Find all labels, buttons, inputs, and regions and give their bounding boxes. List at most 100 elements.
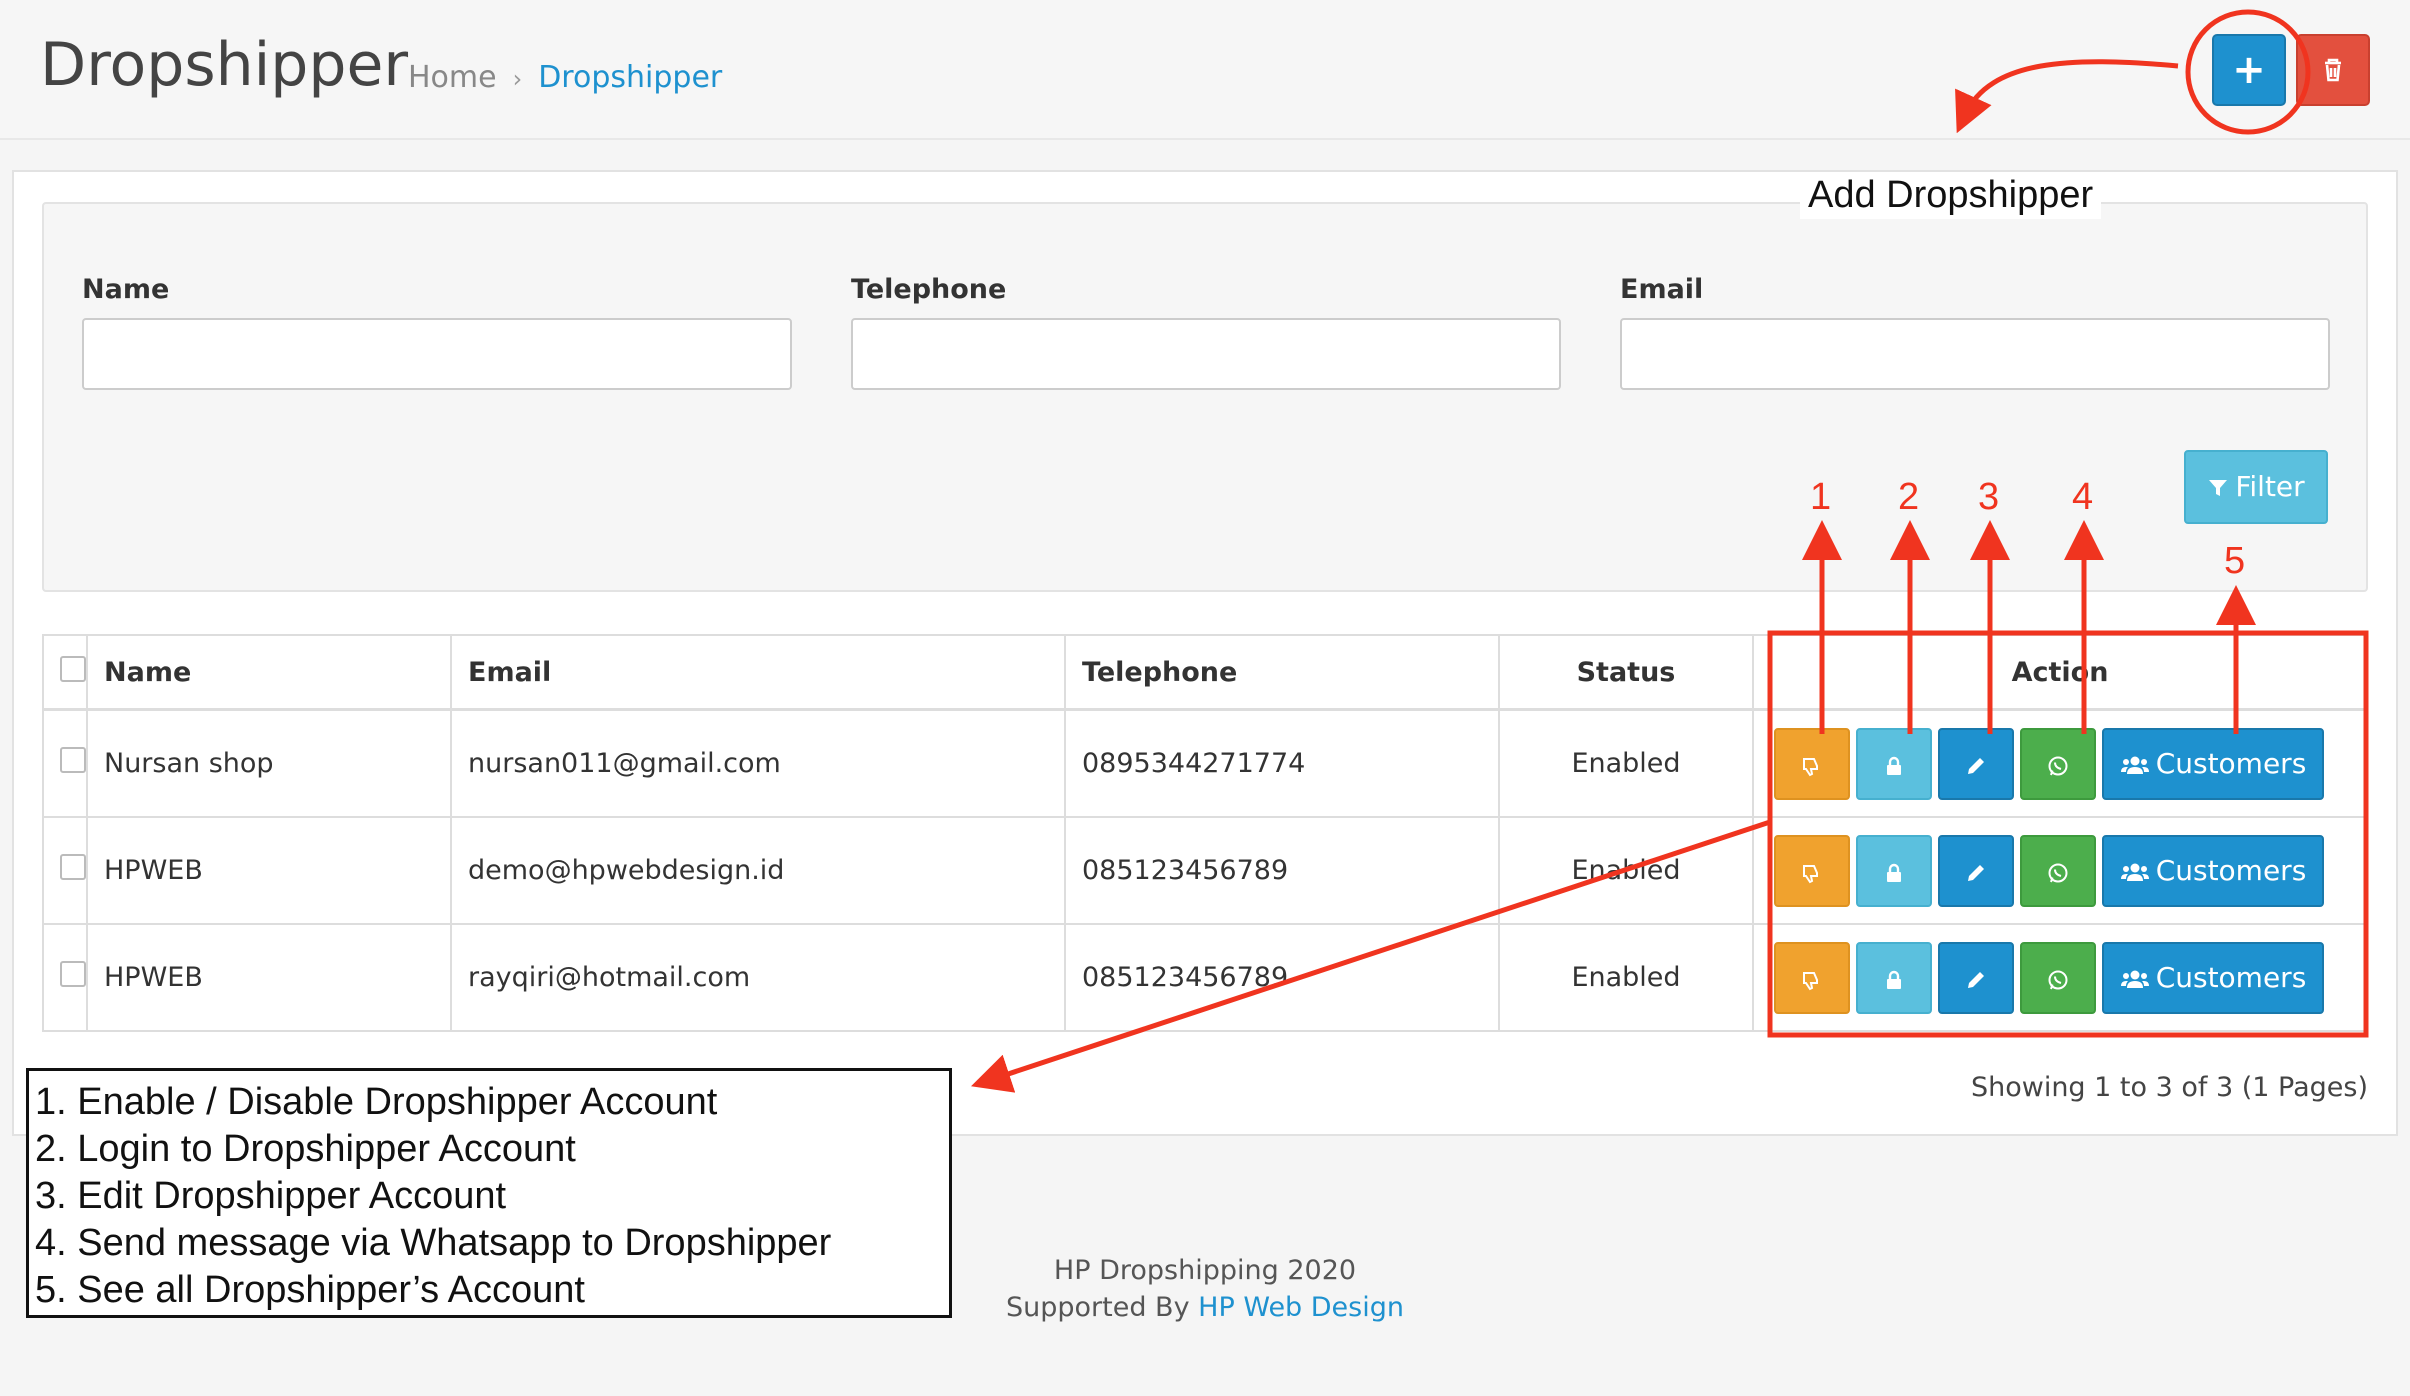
funnel-icon <box>2209 480 2228 496</box>
whatsapp-message-button[interactable] <box>2020 727 2096 800</box>
page-title: Dropshipper <box>40 30 409 100</box>
cell-status: Enabled <box>1498 923 1754 1032</box>
annotation-number-2: 2 <box>1898 476 1920 518</box>
edit-account-button[interactable] <box>1938 834 2014 907</box>
customers-button-label: Customers <box>2155 960 2307 994</box>
legend-item: 4. Send message via Whatsapp to Dropship… <box>35 1222 832 1264</box>
login-account-button[interactable] <box>1856 941 1932 1014</box>
row-select-cell <box>42 816 88 925</box>
cell-name: HPWEB <box>86 816 452 925</box>
pencil-icon <box>1968 865 1984 881</box>
row-select-cell <box>42 708 88 818</box>
filter-name-label: Name <box>82 274 170 305</box>
filter-email-input[interactable] <box>1620 318 2330 390</box>
cell-telephone: 085123456789 <box>1064 816 1500 925</box>
cell-status: Enabled <box>1498 708 1754 818</box>
page-header: Dropshipper Home › Dropshipper + <box>0 0 2410 140</box>
filter-panel <box>42 202 2368 592</box>
users-icon <box>2120 756 2149 774</box>
whatsapp-icon <box>2048 756 2068 776</box>
thumbs-down-icon <box>1803 758 1818 777</box>
lock-icon <box>1887 756 1901 775</box>
filter-button-label: Filter <box>2235 470 2305 503</box>
cell-actions: Customers <box>1752 816 2368 925</box>
filter-telephone-label: Telephone <box>851 274 1007 305</box>
customers-button-label: Customers <box>2155 853 2307 887</box>
login-account-button[interactable] <box>1856 834 1932 907</box>
customers-button[interactable]: Customers <box>2102 834 2324 907</box>
footer-link[interactable]: HP Web Design <box>1198 1292 1404 1323</box>
breadcrumb-separator: › <box>512 65 523 93</box>
plus-icon: + <box>2232 47 2266 93</box>
cell-name: Nursan shop <box>86 708 452 818</box>
whatsapp-message-button[interactable] <box>2020 834 2096 907</box>
column-header-status[interactable]: Status <box>1498 634 1754 711</box>
users-icon <box>2120 863 2149 881</box>
annotation-number-3: 3 <box>1978 476 2000 518</box>
cell-email: nursan011@gmail.com <box>450 708 1066 818</box>
cell-telephone: 085123456789 <box>1064 923 1500 1032</box>
row-checkbox[interactable] <box>60 854 86 880</box>
footer-supported-text: Supported By <box>1005 1292 1190 1323</box>
cell-status: Enabled <box>1498 816 1754 925</box>
add-dropshipper-button[interactable]: + <box>2212 34 2286 106</box>
lock-icon <box>1887 970 1901 989</box>
lock-icon <box>1887 863 1901 882</box>
breadcrumb-current-link[interactable]: Dropshipper <box>538 60 722 95</box>
pencil-icon <box>1968 972 1984 988</box>
customers-button[interactable]: Customers <box>2102 941 2324 1014</box>
thumbs-down-icon <box>1803 972 1818 991</box>
thumbs-down-icon <box>1803 865 1818 884</box>
table-row: HPWEB demo@hpwebdesign.id 085123456789 E… <box>42 816 2368 925</box>
cell-email: demo@hpwebdesign.id <box>450 816 1066 925</box>
breadcrumb-home-link[interactable]: Home <box>408 60 497 95</box>
customers-button-label: Customers <box>2155 746 2307 780</box>
disable-account-button[interactable] <box>1774 727 1850 800</box>
table-row: Nursan shop nursan011@gmail.com 08953442… <box>42 708 2368 818</box>
customers-button[interactable]: Customers <box>2102 727 2324 800</box>
cell-name: HPWEB <box>86 923 452 1032</box>
filter-name-input[interactable] <box>82 318 792 390</box>
row-checkbox[interactable] <box>60 961 86 987</box>
annotation-number-1: 1 <box>1810 476 1832 518</box>
cell-actions: Customers <box>1752 708 2368 818</box>
column-header-email[interactable]: Email <box>450 634 1066 711</box>
pencil-icon <box>1968 758 1984 774</box>
annotation-number-5: 5 <box>2224 540 2246 582</box>
table-header-row: Name Email Telephone Status Action <box>42 634 2368 711</box>
whatsapp-message-button[interactable] <box>2020 941 2096 1014</box>
legend-item: 1. Enable / Disable Dropshipper Account <box>35 1081 718 1123</box>
users-icon <box>2120 970 2149 988</box>
breadcrumb: Home › Dropshipper <box>408 60 722 95</box>
pagination-info: Showing 1 to 3 of 3 (1 Pages) <box>1970 1072 2368 1103</box>
delete-button[interactable] <box>2296 34 2370 106</box>
row-checkbox[interactable] <box>60 747 86 773</box>
whatsapp-icon <box>2048 863 2068 883</box>
disable-account-button[interactable] <box>1774 941 1850 1014</box>
table-row: HPWEB rayqiri@hotmail.com 085123456789 E… <box>42 923 2368 1032</box>
cell-actions: Customers <box>1752 923 2368 1032</box>
row-select-cell <box>42 923 88 1032</box>
select-all-cell <box>42 634 88 711</box>
legend-item: 5. See all Dropshipper’s Account <box>35 1269 585 1311</box>
filter-button[interactable]: Filter <box>2184 450 2328 524</box>
trash-icon <box>2325 58 2341 82</box>
add-dropshipper-annotation: Add Dropshipper <box>1800 172 2102 219</box>
select-all-checkbox[interactable] <box>60 655 86 682</box>
legend-item: 3. Edit Dropshipper Account <box>35 1175 507 1217</box>
annotation-legend: 1. Enable / Disable Dropshipper Account … <box>26 1068 952 1318</box>
column-header-telephone[interactable]: Telephone <box>1064 634 1500 711</box>
disable-account-button[interactable] <box>1774 834 1850 907</box>
column-header-action: Action <box>1752 634 2368 711</box>
filter-email-label: Email <box>1620 274 1704 305</box>
edit-account-button[interactable] <box>1938 941 2014 1014</box>
edit-account-button[interactable] <box>1938 727 2014 800</box>
cell-email: rayqiri@hotmail.com <box>450 923 1066 1032</box>
whatsapp-icon <box>2048 970 2068 990</box>
cell-telephone: 0895344271774 <box>1064 708 1500 818</box>
filter-telephone-input[interactable] <box>851 318 1561 390</box>
annotation-number-4: 4 <box>2072 476 2094 518</box>
login-account-button[interactable] <box>1856 727 1932 800</box>
dropshipper-table: Name Email Telephone Status Action Nursa… <box>42 634 2368 1032</box>
column-header-name[interactable]: Name <box>86 634 452 711</box>
